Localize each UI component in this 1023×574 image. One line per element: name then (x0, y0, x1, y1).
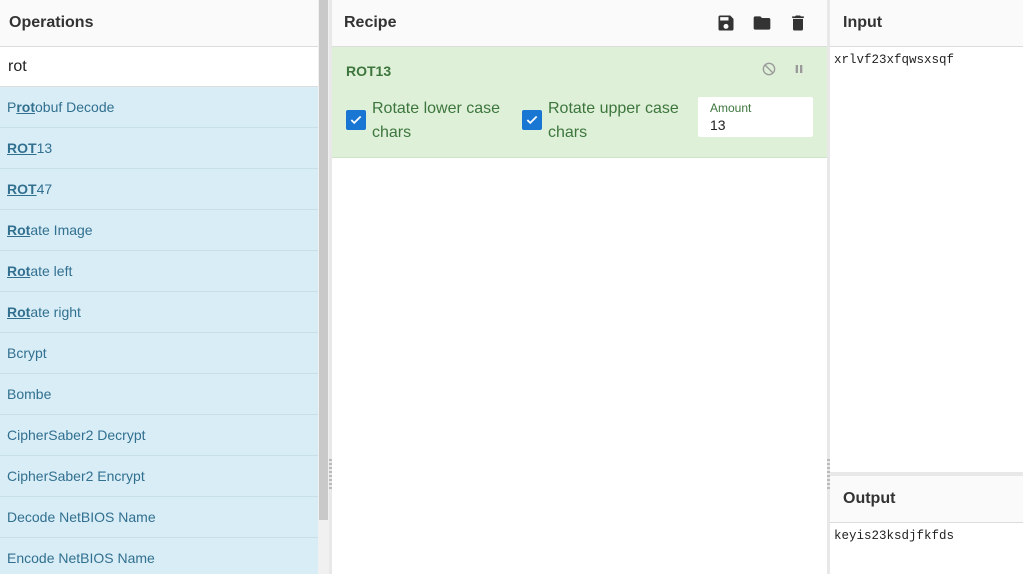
operation-item-text: ate left (30, 263, 73, 279)
recipe-operation-title: ROT13 (346, 63, 392, 79)
operation-item-match: ROT (7, 140, 37, 156)
operation-item-text: Encode NetBIOS Name (7, 550, 155, 566)
save-icon[interactable] (715, 12, 737, 34)
recipe-operation-rot13[interactable]: ROT13 Rotate lower case chars Rotate upp… (332, 47, 827, 158)
operation-item-text: ate Image (30, 222, 93, 238)
operation-item-text: 47 (36, 181, 53, 197)
operation-item[interactable]: Bcrypt (0, 333, 318, 374)
recipe-title: Recipe (344, 14, 397, 31)
disable-icon[interactable] (761, 61, 777, 77)
operation-item-text: Bcrypt (7, 345, 47, 361)
operation-item-match: Rot (7, 304, 31, 320)
operation-item[interactable]: Rot ate left (0, 251, 318, 292)
operation-item-text: CipherSaber2 Encrypt (7, 468, 145, 484)
operation-item[interactable]: Rot ate Image (0, 210, 318, 251)
operation-item-match: Rot (7, 263, 31, 279)
operation-item-text: ate right (30, 304, 81, 320)
operations-scrollbar[interactable] (318, 0, 329, 574)
operation-item[interactable]: Decode NetBIOS Name (0, 497, 318, 538)
operation-item-text: P (7, 99, 17, 115)
operation-item-match: rot (16, 99, 36, 115)
rotate-upper-option[interactable]: Rotate upper case chars (522, 97, 683, 145)
output-text[interactable]: keyis23ksdjfkfds (830, 523, 1023, 549)
operation-item[interactable]: ROT 47 (0, 169, 318, 210)
rotate-lower-option[interactable]: Rotate lower case chars (346, 97, 502, 145)
operations-panel: Operations Protobuf DecodeROT13ROT47Rota… (0, 0, 318, 574)
folder-icon[interactable] (751, 12, 773, 34)
trash-icon[interactable] (787, 12, 809, 34)
amount-input[interactable] (710, 117, 800, 133)
amount-field[interactable]: Amount (698, 97, 813, 137)
operations-search[interactable] (0, 47, 318, 87)
operation-item[interactable]: Rot ate right (0, 292, 318, 333)
recipe-operation-controls (761, 61, 807, 77)
operations-title: Operations (0, 0, 318, 47)
rotate-upper-checkbox[interactable] (522, 110, 542, 130)
operation-item[interactable]: CipherSaber2 Decrypt (0, 415, 318, 456)
checkmark-icon (526, 115, 538, 125)
operation-item-match: Rot (7, 222, 31, 238)
operation-item[interactable]: Bombe (0, 374, 318, 415)
operations-search-input[interactable] (8, 57, 298, 76)
operation-item-text: CipherSaber2 Decrypt (7, 427, 146, 443)
output-panel: Output keyis23ksdjfkfds (830, 476, 1023, 574)
recipe-header: Recipe (332, 0, 827, 47)
input-textarea[interactable]: xrlvf23xfqwsxsqf (830, 47, 1023, 73)
output-title: Output (830, 476, 1023, 523)
scrollbar-thumb[interactable] (319, 0, 328, 520)
rotate-lower-checkbox[interactable] (346, 110, 366, 130)
operation-item[interactable]: CipherSaber2 Encrypt (0, 456, 318, 497)
operations-list: Prot obuf Decode ROT 13 ROT 47 Rot ate Image Rot… (0, 87, 318, 574)
checkmark-icon (350, 115, 362, 125)
input-title: Input (830, 0, 1023, 47)
operation-item[interactable]: Encode NetBIOS Name (0, 538, 318, 574)
operation-item-match: ROT (7, 181, 37, 197)
rotate-upper-label: Rotate upper case chars (548, 100, 679, 141)
operation-item[interactable]: Prot obuf Decode (0, 87, 318, 128)
recipe-panel: Recipe ROT13 Rotate lower case chars Rot… (332, 0, 827, 574)
operation-item[interactable]: ROT 13 (0, 128, 318, 169)
pause-icon[interactable] (791, 61, 807, 77)
input-panel: Input xrlvf23xfqwsxsqf (830, 0, 1023, 472)
operation-item-text: 13 (36, 140, 53, 156)
amount-label: Amount (710, 101, 752, 115)
rotate-lower-label: Rotate lower case chars (372, 100, 501, 141)
operation-item-text: Decode NetBIOS Name (7, 509, 156, 525)
recipe-toolbar (715, 12, 827, 34)
operation-item-text: Bombe (7, 386, 52, 402)
operation-item-text: obuf Decode (35, 99, 115, 115)
